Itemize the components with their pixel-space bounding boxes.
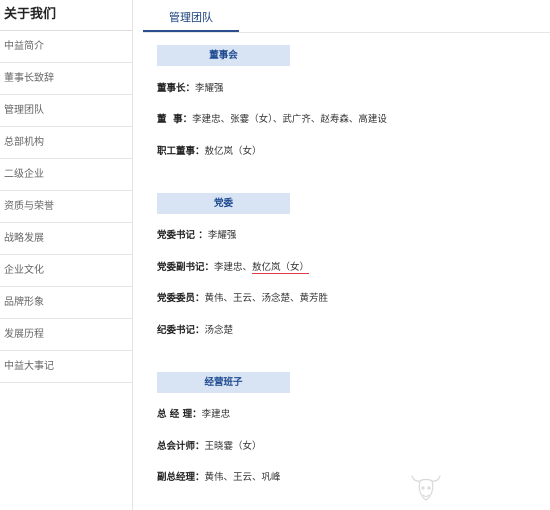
management-gm-label: 总 经 理： [157, 409, 202, 420]
sidebar-item-milestones[interactable]: 中益大事记 [0, 351, 132, 383]
tab-bar: 管理团队 [143, 0, 550, 33]
party-discipline-value: 汤念楚 [204, 325, 234, 336]
management-deputy-gm-label: 副总经理： [157, 472, 205, 483]
board-staff-director-row: 职工董事：敖亿岚（女） [157, 145, 262, 159]
sidebar-item-intro[interactable]: 中益简介 [0, 31, 132, 63]
sidebar: 关于我们 中益简介 董事长致辞 管理团队 总部机构 二级企业 资质与荣誉 战略发… [0, 0, 133, 510]
management-header: 经营班子 [157, 372, 290, 393]
bull-logo-icon [411, 475, 441, 501]
sidebar-item-subsidiaries[interactable]: 二级企业 [0, 159, 132, 191]
management-accountant-row: 总会计师：王晓霎（女） [157, 440, 262, 454]
sidebar-item-headquarters[interactable]: 总部机构 [0, 127, 132, 159]
sidebar-title: 关于我们 [0, 0, 132, 31]
sidebar-item-strategy[interactable]: 战略发展 [0, 223, 132, 255]
board-header: 董事会 [157, 45, 290, 66]
board-staff-director-label: 职工董事： [157, 146, 205, 157]
board-directors-label: 董 事： [157, 114, 193, 125]
sidebar-item-brand[interactable]: 品牌形象 [0, 287, 132, 319]
party-discipline-row: 纪委书记：汤念楚 [157, 324, 233, 338]
board-staff-director-value: 敖亿岚（女） [204, 146, 262, 157]
party-members-label: 党委委员： [157, 293, 205, 304]
party-deputy-value-2: 敖亿岚（女） [252, 262, 310, 274]
sidebar-item-history[interactable]: 发展历程 [0, 319, 132, 351]
party-deputy-label: 党委副书记： [157, 262, 215, 273]
management-accountant-value: 王晓霎（女） [204, 441, 262, 452]
board-chairman-row: 董事长：李耀强 [157, 82, 224, 96]
party-members-row: 党委委员：黄伟、王云、汤念楚、黄芳胜 [157, 292, 328, 306]
sidebar-item-chairman-speech[interactable]: 董事长致辞 [0, 63, 132, 95]
board-chairman-label: 董事长： [157, 83, 196, 94]
management-deputy-gm-value: 黄伟、王云、巩峰 [204, 472, 281, 483]
party-discipline-label: 纪委书记： [157, 325, 205, 336]
sidebar-item-honors[interactable]: 资质与荣誉 [0, 191, 132, 223]
management-gm-row: 总 经 理：李建忠 [157, 408, 230, 422]
board-directors-value: 李建忠、张霎（女）、武广齐、赵寿森、高建设 [192, 114, 387, 125]
sidebar-item-culture[interactable]: 企业文化 [0, 255, 132, 287]
sidebar-item-management-team[interactable]: 管理团队 [0, 95, 132, 127]
party-secretary-label: 党委书记 ： [157, 230, 208, 241]
party-header: 党委 [157, 193, 290, 214]
party-deputy-value-1: 李建忠、 [214, 262, 253, 273]
party-deputy-row: 党委副书记：李建忠、敖亿岚（女） [157, 261, 310, 275]
management-gm-value: 李建忠 [201, 409, 231, 420]
management-accountant-label: 总会计师： [157, 441, 205, 452]
party-secretary-row: 党委书记 ：李耀强 [157, 229, 236, 243]
tab-management-team[interactable]: 管理团队 [143, 0, 239, 32]
board-chairman-value: 李耀强 [195, 83, 224, 94]
party-members-value: 黄伟、王云、汤念楚、黄芳胜 [204, 293, 329, 304]
party-secretary-value: 李耀强 [207, 230, 237, 241]
board-directors-row: 董 事：李建忠、张霎（女）、武广齐、赵寿森、高建设 [157, 113, 387, 127]
management-deputy-gm-row: 副总经理：黄伟、王云、巩峰 [157, 471, 281, 485]
